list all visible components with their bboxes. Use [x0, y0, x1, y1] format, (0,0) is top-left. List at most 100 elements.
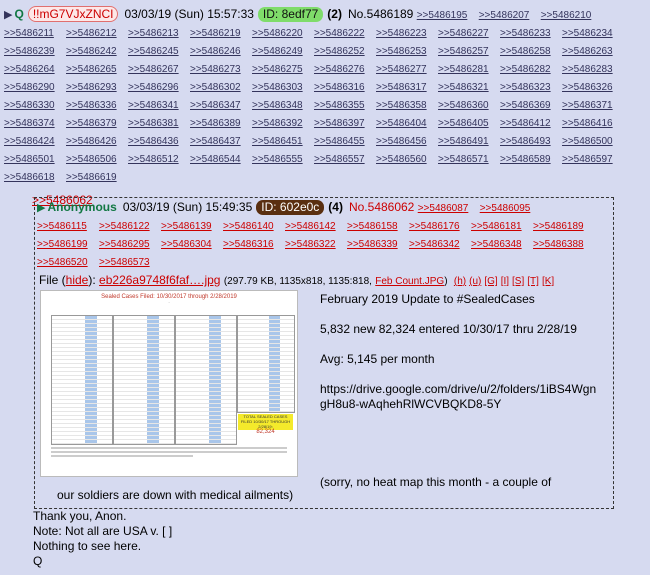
backlink[interactable]: >>5486290 [4, 80, 64, 96]
backlink[interactable]: >>5486348 [471, 237, 531, 253]
backlink[interactable]: >>5486210 [541, 8, 601, 24]
tripcode[interactable]: !!mG7VJxZNCI [27, 6, 119, 22]
quoted-poster-id[interactable]: ID: 602e0c [256, 200, 325, 215]
backlink[interactable]: >>5486257 [438, 44, 498, 60]
backlink[interactable]: >>5486239 [4, 44, 64, 60]
backlink[interactable]: >>5486597 [562, 152, 622, 168]
backlink[interactable]: >>5486358 [376, 98, 436, 114]
backlink[interactable]: >>5486207 [479, 8, 539, 24]
backlink[interactable]: >>5486275 [252, 62, 312, 78]
backlink[interactable]: >>5486293 [66, 80, 126, 96]
poster-id[interactable]: ID: 8edf77 [257, 7, 324, 22]
backlink[interactable]: >>5486199 [37, 237, 97, 253]
backlink[interactable]: >>5486416 [562, 116, 622, 132]
backlink[interactable]: >>5486405 [438, 116, 498, 132]
backlink[interactable]: >>5486322 [285, 237, 345, 253]
backlink[interactable]: >>5486326 [562, 80, 622, 96]
backlink[interactable]: >>5486087 [418, 201, 478, 217]
backlink[interactable]: >>5486158 [347, 219, 407, 235]
backlink[interactable]: >>5486436 [128, 134, 188, 150]
backlink[interactable]: >>5486245 [128, 44, 188, 60]
backlink[interactable]: >>5486176 [409, 219, 469, 235]
backlink[interactable]: >>5486302 [190, 80, 250, 96]
backlink[interactable]: >>5486212 [66, 26, 126, 42]
backlink[interactable]: >>5486388 [533, 237, 593, 253]
backlink[interactable]: >>5486571 [438, 152, 498, 168]
backlink[interactable]: >>5486348 [252, 98, 312, 114]
backlink[interactable]: >>5486389 [190, 116, 250, 132]
backlink[interactable]: >>5486371 [562, 98, 622, 114]
backlink[interactable]: >>5486220 [252, 26, 312, 42]
backlink[interactable]: >>5486234 [562, 26, 622, 42]
backlink[interactable]: >>5486249 [252, 44, 312, 60]
backlink[interactable]: >>5486211 [4, 26, 64, 42]
backlink[interactable]: >>5486213 [128, 26, 188, 42]
backlink[interactable]: >>5486277 [376, 62, 436, 78]
backlink[interactable]: >>5486115 [37, 219, 97, 235]
backlink[interactable]: >>5486282 [500, 62, 560, 78]
backlink[interactable]: >>5486493 [500, 134, 560, 150]
backlink[interactable]: >>5486264 [4, 62, 64, 78]
backlink[interactable]: >>5486258 [500, 44, 560, 60]
backlink[interactable]: >>5486267 [128, 62, 188, 78]
backlink[interactable]: >>5486426 [66, 134, 126, 150]
backlink[interactable]: >>5486296 [128, 80, 188, 96]
backlink[interactable]: >>5486263 [562, 44, 622, 60]
quoted-arrow-icon[interactable]: ▶ [37, 202, 45, 214]
hide-link[interactable]: hide [66, 273, 89, 287]
backlink[interactable]: >>5486619 [66, 170, 126, 186]
backlink[interactable]: >>5486501 [4, 152, 64, 168]
backlink[interactable]: >>5486227 [438, 26, 498, 42]
backlink[interactable]: >>5486618 [4, 170, 64, 186]
backlink[interactable]: >>5486303 [252, 80, 312, 96]
backlink[interactable]: >>5486341 [128, 98, 188, 114]
backlink[interactable]: >>5486122 [99, 219, 159, 235]
backlink[interactable]: >>5486424 [4, 134, 64, 150]
file-tool-link[interactable]: [G] [484, 276, 497, 287]
backlink[interactable]: >>5486412 [500, 116, 560, 132]
backlink[interactable]: >>5486355 [314, 98, 374, 114]
backlink[interactable]: >>5486181 [471, 219, 531, 235]
backlink[interactable]: >>5486140 [223, 219, 283, 235]
backlink[interactable]: >>5486283 [562, 62, 622, 78]
backlink[interactable]: >>5486491 [438, 134, 498, 150]
file-tool-link[interactable]: [I] [501, 276, 509, 287]
backlink[interactable]: >>5486273 [190, 62, 250, 78]
backlink[interactable]: >>5486392 [252, 116, 312, 132]
backlink[interactable]: >>5486321 [438, 80, 498, 96]
file-tool-link[interactable]: [K] [542, 276, 554, 287]
backlink[interactable]: >>5486369 [500, 98, 560, 114]
original-filename-link[interactable]: Feb Count.JPG [375, 276, 444, 287]
backlink[interactable]: >>5486374 [4, 116, 64, 132]
backlink[interactable]: >>5486195 [417, 8, 477, 24]
backlink[interactable]: >>5486219 [190, 26, 250, 42]
backlink[interactable]: >>5486520 [37, 255, 97, 271]
backlink[interactable]: >>5486379 [66, 116, 126, 132]
post-menu-arrow-icon[interactable]: ▶ [4, 9, 12, 21]
backlink[interactable]: >>5486573 [99, 255, 159, 271]
backlink[interactable]: >>5486330 [4, 98, 64, 114]
backlink[interactable]: >>5486555 [252, 152, 312, 168]
backlink[interactable]: >>5486242 [66, 44, 126, 60]
backlink[interactable]: >>5486397 [314, 116, 374, 132]
backlink[interactable]: >>5486512 [128, 152, 188, 168]
backlink[interactable]: >>5486557 [314, 152, 374, 168]
backlink[interactable]: >>5486252 [314, 44, 374, 60]
backlink[interactable]: >>5486381 [128, 116, 188, 132]
backlink[interactable]: >>5486189 [533, 219, 593, 235]
image-thumbnail[interactable]: Sealed Cases Filed: 10/30/2017 through 2… [40, 290, 298, 477]
backlink[interactable]: >>5486506 [66, 152, 126, 168]
backlink[interactable]: >>5486233 [500, 26, 560, 42]
file-tool-link[interactable]: (h) [454, 276, 466, 287]
backlink[interactable]: >>5486589 [500, 152, 560, 168]
file-name-link[interactable]: eb226a9748f6faf….jpg [99, 273, 220, 287]
backlink[interactable]: >>5486304 [161, 237, 221, 253]
backlink[interactable]: >>5486323 [500, 80, 560, 96]
backlink[interactable]: >>5486544 [190, 152, 250, 168]
backlink[interactable]: >>5486316 [314, 80, 374, 96]
backlink[interactable]: >>5486281 [438, 62, 498, 78]
post-number[interactable]: No.5486189 [348, 7, 413, 21]
backlink[interactable]: >>5486222 [314, 26, 374, 42]
backlink[interactable]: >>5486295 [99, 237, 159, 253]
quoted-post-number[interactable]: No.5486062 [349, 200, 414, 214]
